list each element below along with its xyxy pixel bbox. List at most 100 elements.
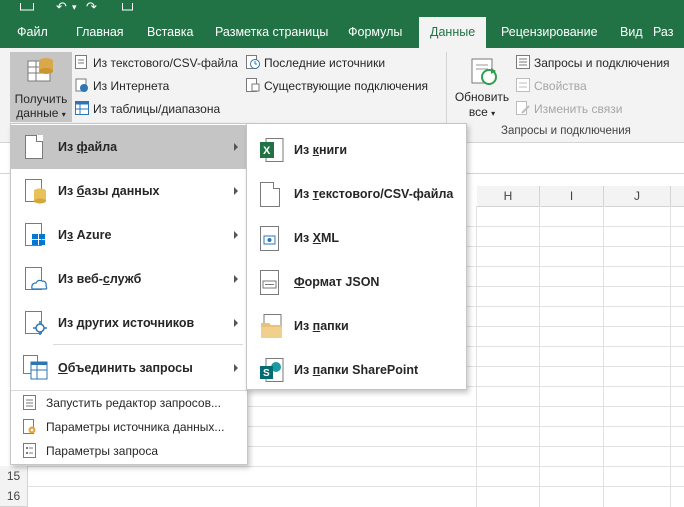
edit-links-button[interactable]: Изменить связи <box>516 101 622 116</box>
menu-item-label: Параметры источника данных... <box>46 420 225 434</box>
chevron-right-icon <box>234 364 238 372</box>
from-file-submenu: X Из книги Из текстового/CSV-файла Из XM… <box>246 123 467 390</box>
file-icon <box>25 135 43 159</box>
undo-icon[interactable]: ↶ <box>56 0 67 14</box>
submenu-item-from-workbook[interactable]: X Из книги <box>247 128 466 172</box>
grid-line <box>27 486 684 487</box>
menu-item-from-online-services[interactable]: Из веб-служб <box>11 257 247 301</box>
tab-insert[interactable]: Вставка <box>147 17 193 48</box>
submenu-item-from-xml[interactable]: Из XML <box>247 216 466 260</box>
menu-item-label: Формат JSON <box>294 275 380 289</box>
submenu-item-from-folder[interactable]: Из папки <box>247 304 466 348</box>
from-text-csv-button[interactable]: Из текстового/CSV-файла <box>75 55 238 70</box>
submenu-item-from-sharepoint-folder[interactable]: S Из папки SharePoint <box>247 348 466 392</box>
globe-icon <box>75 78 89 92</box>
tab-page-layout[interactable]: Разметка страницы <box>215 17 328 48</box>
menu-item-from-file[interactable]: Из файла <box>11 125 247 169</box>
tab-file[interactable]: Файл <box>17 17 48 48</box>
menu-item-label: Объединить запросы <box>58 361 193 375</box>
submenu-item-from-text-csv[interactable]: Из текстового/CSV-файла <box>247 172 466 216</box>
column-header-h[interactable]: H <box>477 186 540 207</box>
menu-item-label: Из веб-служб <box>58 272 142 286</box>
column-header-i[interactable]: I <box>540 186 604 207</box>
tab-developer[interactable]: Раз <box>653 17 673 48</box>
refresh-all-label: Обновить все ▾ <box>454 90 510 119</box>
edit-links-icon <box>516 101 530 115</box>
database-icon <box>25 179 47 208</box>
grid-line <box>27 466 684 467</box>
grid-line <box>476 206 477 507</box>
tab-home[interactable]: Главная <box>76 17 124 48</box>
queries-icon <box>516 55 530 69</box>
menu-item-from-other-sources[interactable]: Из других источников <box>11 301 247 345</box>
menu-item-label: Из других источников <box>58 316 195 330</box>
chevron-right-icon <box>234 275 238 283</box>
from-web-button[interactable]: Из Интернета <box>75 78 169 93</box>
get-data-menu: Из файла Из базы данных Из Azure Из веб-… <box>10 123 248 465</box>
tab-review[interactable]: Рецензирование <box>501 17 598 48</box>
existing-connections-button[interactable]: Существующие подключения <box>246 78 428 93</box>
get-data-button[interactable]: Получить данные ▾ <box>10 52 72 122</box>
column-header-k[interactable] <box>671 186 684 207</box>
menu-item-label: Из Azure <box>58 228 112 242</box>
menu-item-launch-query-editor[interactable]: Запустить редактор запросов... <box>11 392 247 414</box>
chevron-right-icon <box>234 187 238 195</box>
recent-sources-button[interactable]: Последние источники <box>246 55 385 70</box>
properties-icon <box>516 78 530 92</box>
grid-line <box>539 206 540 507</box>
menu-item-label: Из текстового/CSV-файла <box>294 187 454 201</box>
column-header-j[interactable]: J <box>604 186 671 207</box>
menu-item-label: Из книги <box>294 143 348 157</box>
table-icon <box>75 101 89 115</box>
combine-queries-icon <box>23 355 49 384</box>
from-table-range-button[interactable]: Из таблицы/диапазона <box>75 101 220 116</box>
menu-item-from-database[interactable]: Из базы данных <box>11 169 247 213</box>
text-csv-icon <box>260 182 280 207</box>
camera-icon[interactable] <box>122 0 133 14</box>
chevron-right-icon <box>234 231 238 239</box>
get-data-label: Получить данные ▾ <box>14 92 68 120</box>
properties-button[interactable]: Свойства <box>516 78 587 93</box>
queries-group-label: Запросы и подключения <box>501 125 631 137</box>
row-header-15[interactable]: 15 <box>0 466 28 487</box>
undo-dropdown-icon[interactable]: ▾ <box>72 0 77 14</box>
menu-item-from-azure[interactable]: Из Azure <box>11 213 247 257</box>
refresh-icon <box>469 56 499 89</box>
tab-formulas[interactable]: Формулы <box>348 17 402 48</box>
azure-windows-icon <box>25 223 47 252</box>
queries-connections-button[interactable]: Запросы и подключения <box>516 55 670 70</box>
tab-data[interactable]: Данные <box>419 17 487 48</box>
menu-item-label: Из файла <box>58 140 118 154</box>
menu-item-query-options[interactable]: Параметры запроса <box>11 440 247 462</box>
grid-line <box>670 206 671 507</box>
sharepoint-icon: S <box>260 358 284 387</box>
svg-text:X: X <box>263 145 271 157</box>
menu-item-label: Из папки SharePoint <box>294 363 419 377</box>
data-source-settings-icon <box>23 419 37 438</box>
other-sources-icon <box>25 311 49 340</box>
database-table-icon <box>26 55 56 90</box>
chevron-right-icon <box>234 143 238 151</box>
xml-file-icon <box>260 226 282 255</box>
redo-icon[interactable]: ↷ <box>86 0 97 14</box>
text-file-icon <box>75 55 89 69</box>
query-options-icon <box>23 443 37 462</box>
refresh-all-button[interactable]: Обновить все ▾ <box>450 52 514 122</box>
tab-view[interactable]: Вид <box>620 17 643 48</box>
menu-item-data-source-settings[interactable]: Параметры источника данных... <box>11 416 247 438</box>
menu-separator <box>53 344 243 345</box>
query-editor-icon <box>23 395 37 414</box>
menu-separator <box>11 390 247 391</box>
submenu-item-from-json[interactable]: Формат JSON <box>247 260 466 304</box>
menu-item-combine-queries[interactable]: Объединить запросы <box>11 346 247 390</box>
menu-item-label: Из XML <box>294 231 340 245</box>
menu-item-label: Параметры запроса <box>46 444 158 458</box>
excel-workbook-icon: X <box>260 138 284 167</box>
cloud-icon <box>25 267 49 296</box>
save-icon[interactable] <box>20 0 34 14</box>
chevron-right-icon <box>234 319 238 327</box>
recent-sources-icon <box>246 55 260 69</box>
folder-icon <box>260 314 284 343</box>
row-header-16[interactable]: 16 <box>0 486 28 507</box>
ribbon-tabs: Файл Главная Вставка Разметка страницы Ф… <box>0 17 684 48</box>
